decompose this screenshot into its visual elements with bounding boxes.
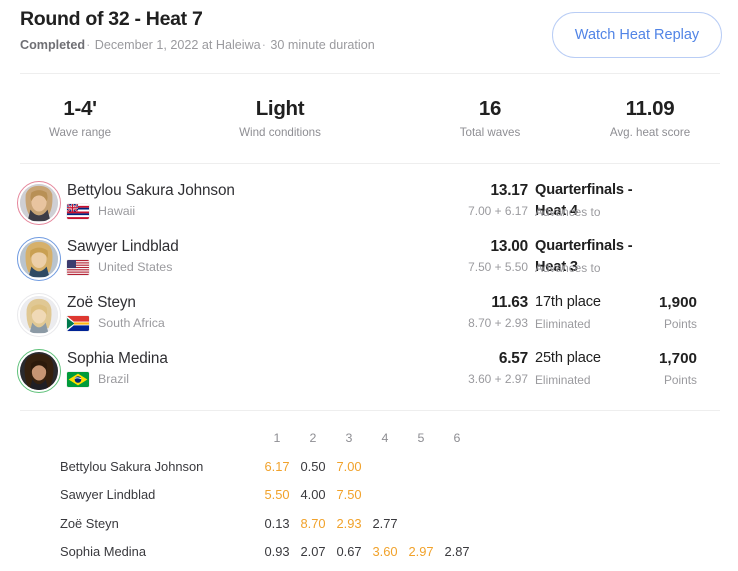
wave-scores-table: 1 2 3 4 5 6 Bettylou Sakura Johnson 6.17… [0,424,738,567]
athlete-country-block: South Africa [67,316,165,331]
wave-score: 2.97 [408,544,434,559]
athlete-points-label: Points [663,317,697,331]
avatar-photo-zoe [20,296,58,334]
athlete-score-breakdown: 7.00 + 6.17 [468,204,528,218]
avatar [17,237,61,281]
separator-dot-2: · [261,38,266,52]
athlete-points-label: Points [663,373,697,387]
wave-row-athlete: Sawyer Lindblad [60,487,156,502]
divider-stats [20,163,720,164]
athlete-row[interactable]: Sawyer Lindblad United States 13.00 7.50… [0,232,738,288]
wave-column-header: 6 [453,431,461,445]
athlete-score-breakdown: 3.60 + 2.97 [468,372,528,386]
athlete-score-breakdown: 7.50 + 5.50 [468,260,528,274]
hawaii-flag-icon [67,204,89,219]
wave-score: 3.60 [372,544,398,559]
athlete-outcome-label: Advances to [535,261,601,275]
athlete-country: South Africa [98,316,165,330]
watch-heat-replay-button[interactable]: Watch Heat Replay [552,12,722,58]
wave-score: 2.93 [336,515,362,531]
wave-score: 6.17 [264,458,290,474]
athlete-name: Sawyer Lindblad [67,238,179,255]
wave-table-row: Sophia Medina 0.93 2.07 0.67 3.60 2.97 2… [0,538,738,567]
divider-wave-table [20,410,720,411]
stat-value: 11.09 [625,97,675,120]
wave-score: 5.50 [264,487,290,502]
stat-avg-heat-score: 11.09 Avg. heat score [580,96,720,140]
heat-date-location: December 1, 2022 at Haleiwa [94,38,261,52]
athlete-total-score: 13.00 [490,238,528,255]
heat-results-page: Round of 32 - Heat 7 Completed· December… [0,0,738,571]
athlete-country: Brazil [98,372,129,386]
wave-score: 2.07 [300,544,326,559]
wave-table-row: Bettylou Sakura Johnson 6.17 0.50 7.00 [0,453,738,482]
brazil-flag-icon [67,372,89,387]
athlete-country: Hawaii [98,204,136,218]
wave-table-row: Sawyer Lindblad 5.50 4.00 7.50 [0,481,738,510]
wave-score: 0.67 [336,544,362,559]
athlete-row[interactable]: Bettylou Sakura Johnson Hawaii 13.17 7.0… [0,176,738,232]
south-africa-flag-icon [67,316,89,331]
wave-column-header: 1 [273,431,281,445]
stat-label: Total waves [459,126,521,139]
wave-score: 8.70 [300,515,326,531]
avatar-photo-bettylou [20,184,58,222]
heat-stats: 1-4' Wave range Light Wind conditions 16… [20,96,720,152]
wave-score: 7.00 [336,458,362,474]
avatar-photo-sawyer [20,240,58,278]
wave-score: 0.13 [264,515,290,531]
athlete-outcome-label: Advances to [535,205,601,219]
athlete-country-block: United States [67,260,172,275]
wave-column-header: 5 [417,431,425,445]
athlete-country-block: Hawaii [67,204,135,219]
stat-wave-range: 1-4' Wave range [20,96,140,140]
stat-label: Wind conditions [239,126,321,139]
usa-flag-icon [67,260,89,275]
athlete-total-score: 11.63 [491,294,528,311]
athlete-total-score: 13.17 [490,182,528,199]
stat-label: Wave range [48,126,112,139]
stat-value: 1-4' [63,97,97,120]
wave-table-row: Zoë Steyn 0.13 8.70 2.93 2.77 [0,510,738,539]
wave-score: 7.50 [336,487,362,502]
wave-score: 2.87 [444,544,470,559]
athlete-score-breakdown: 8.70 + 2.93 [468,316,528,330]
stat-wind-conditions: Light Wind conditions [200,96,360,140]
athlete-country: United States [98,260,173,274]
stat-total-waves: 16 Total waves [410,96,570,140]
athlete-list: Bettylou Sakura Johnson Hawaii 13.17 7.0… [0,176,738,400]
wave-row-athlete: Sophia Medina [60,544,146,559]
athlete-name: Bettylou Sakura Johnson [67,182,235,199]
wave-row-athlete: Bettylou Sakura Johnson [60,458,204,474]
avatar [17,181,61,225]
wave-column-header: 3 [345,431,353,445]
athlete-country-block: Brazil [67,372,129,387]
wave-score: 0.50 [300,458,326,474]
wave-score: 0.93 [264,544,290,559]
wave-row-athlete: Zoë Steyn [60,515,119,531]
athlete-name: Sophia Medina [67,350,168,367]
athlete-points: 1,700 [658,350,697,367]
athlete-total-score: 6.57 [498,350,528,367]
wave-column-header: 2 [309,431,317,445]
athlete-row[interactable]: Sophia Medina Brazil 6.57 3.60 + 2.97 25… [0,344,738,400]
stat-value: 16 [478,97,502,120]
athlete-row[interactable]: Zoë Steyn South Africa 11.63 8.70 + 2.93… [0,288,738,344]
avatar [17,293,61,337]
status-badge: Completed [20,38,86,52]
heat-duration: 30 minute duration [270,38,375,52]
divider-top [20,73,720,74]
avatar-photo-sophia [20,352,58,390]
athlete-name: Zoë Steyn [67,294,136,311]
avatar [17,349,61,393]
stat-value: Light [255,97,305,120]
stat-label: Avg. heat score [609,126,691,139]
wave-score: 2.77 [372,515,398,531]
wave-score: 4.00 [300,487,326,502]
wave-table-header: 1 2 3 4 5 6 [0,424,738,453]
athlete-points: 1,900 [658,294,697,311]
separator-dot-1: · [86,38,91,52]
wave-column-header: 4 [381,431,389,445]
